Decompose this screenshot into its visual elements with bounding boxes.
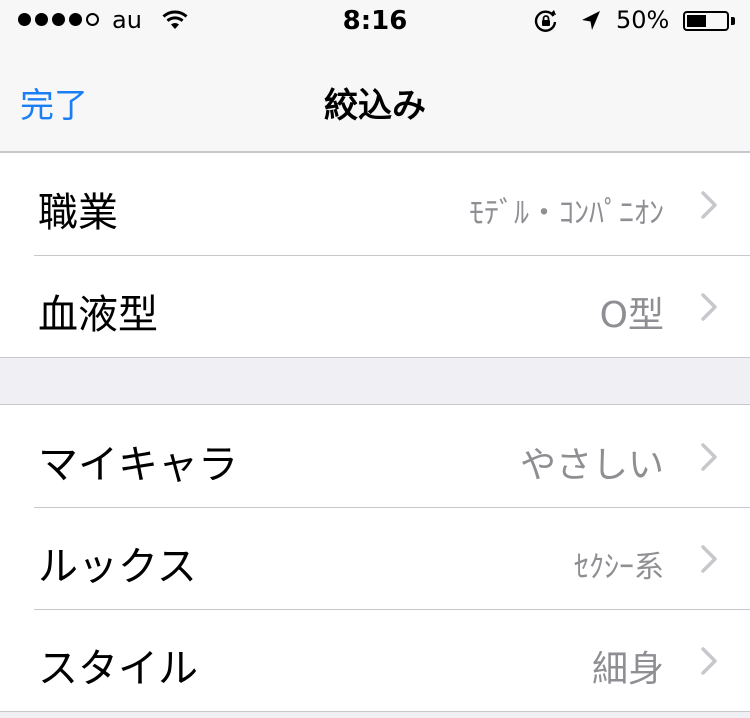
row-label: スタイル <box>38 646 198 692</box>
chevron-right-icon <box>700 292 718 326</box>
chevron-right-icon <box>700 442 718 476</box>
row-value: ﾓﾃﾞﾙ・ｺﾝﾊﾟﾆｵﾝ <box>469 196 664 231</box>
row-value: 細身 <box>591 649 664 690</box>
row-label: ルックス <box>38 544 197 590</box>
chevron-right-icon <box>700 646 718 680</box>
chevron-right-icon <box>700 544 718 578</box>
battery-percentage: 50% <box>616 6 670 34</box>
row-looks[interactable]: ルックス ｾｸｼｰ系 <box>0 507 750 609</box>
row-label: 職業 <box>38 190 118 236</box>
battery-icon <box>683 11 729 31</box>
row-value: O型 <box>599 295 664 336</box>
row-style[interactable]: スタイル 細身 <box>0 609 750 711</box>
row-my-character[interactable]: マイキャラ やさしい <box>0 405 750 507</box>
row-occupation[interactable]: 職業 ﾓﾃﾞﾙ・ｺﾝﾊﾟﾆｵﾝ <box>0 153 750 255</box>
row-value: やさしい <box>519 445 664 486</box>
status-bar: au 8:16 50% <box>0 0 750 40</box>
filter-group-personality: マイキャラ やさしい ルックス ｾｸｼｰ系 スタイル 細身 <box>0 404 750 712</box>
battery-level-fill <box>687 15 706 27</box>
row-value: ｾｸｼｰ系 <box>574 550 664 585</box>
battery-tip <box>731 17 735 25</box>
navigation-bar: 完了 絞込み <box>0 40 750 152</box>
row-label: マイキャラ <box>38 442 238 488</box>
row-blood-type[interactable]: 血液型 O型 <box>0 255 750 357</box>
filter-group-profile: 職業 ﾓﾃﾞﾙ・ｺﾝﾊﾟﾆｵﾝ 血液型 O型 <box>0 152 750 358</box>
rotation-lock-icon <box>533 9 559 37</box>
location-arrow-icon <box>580 9 602 37</box>
page-title: 絞込み <box>324 86 426 126</box>
chevron-right-icon <box>700 190 718 224</box>
row-label: 血液型 <box>38 292 158 338</box>
